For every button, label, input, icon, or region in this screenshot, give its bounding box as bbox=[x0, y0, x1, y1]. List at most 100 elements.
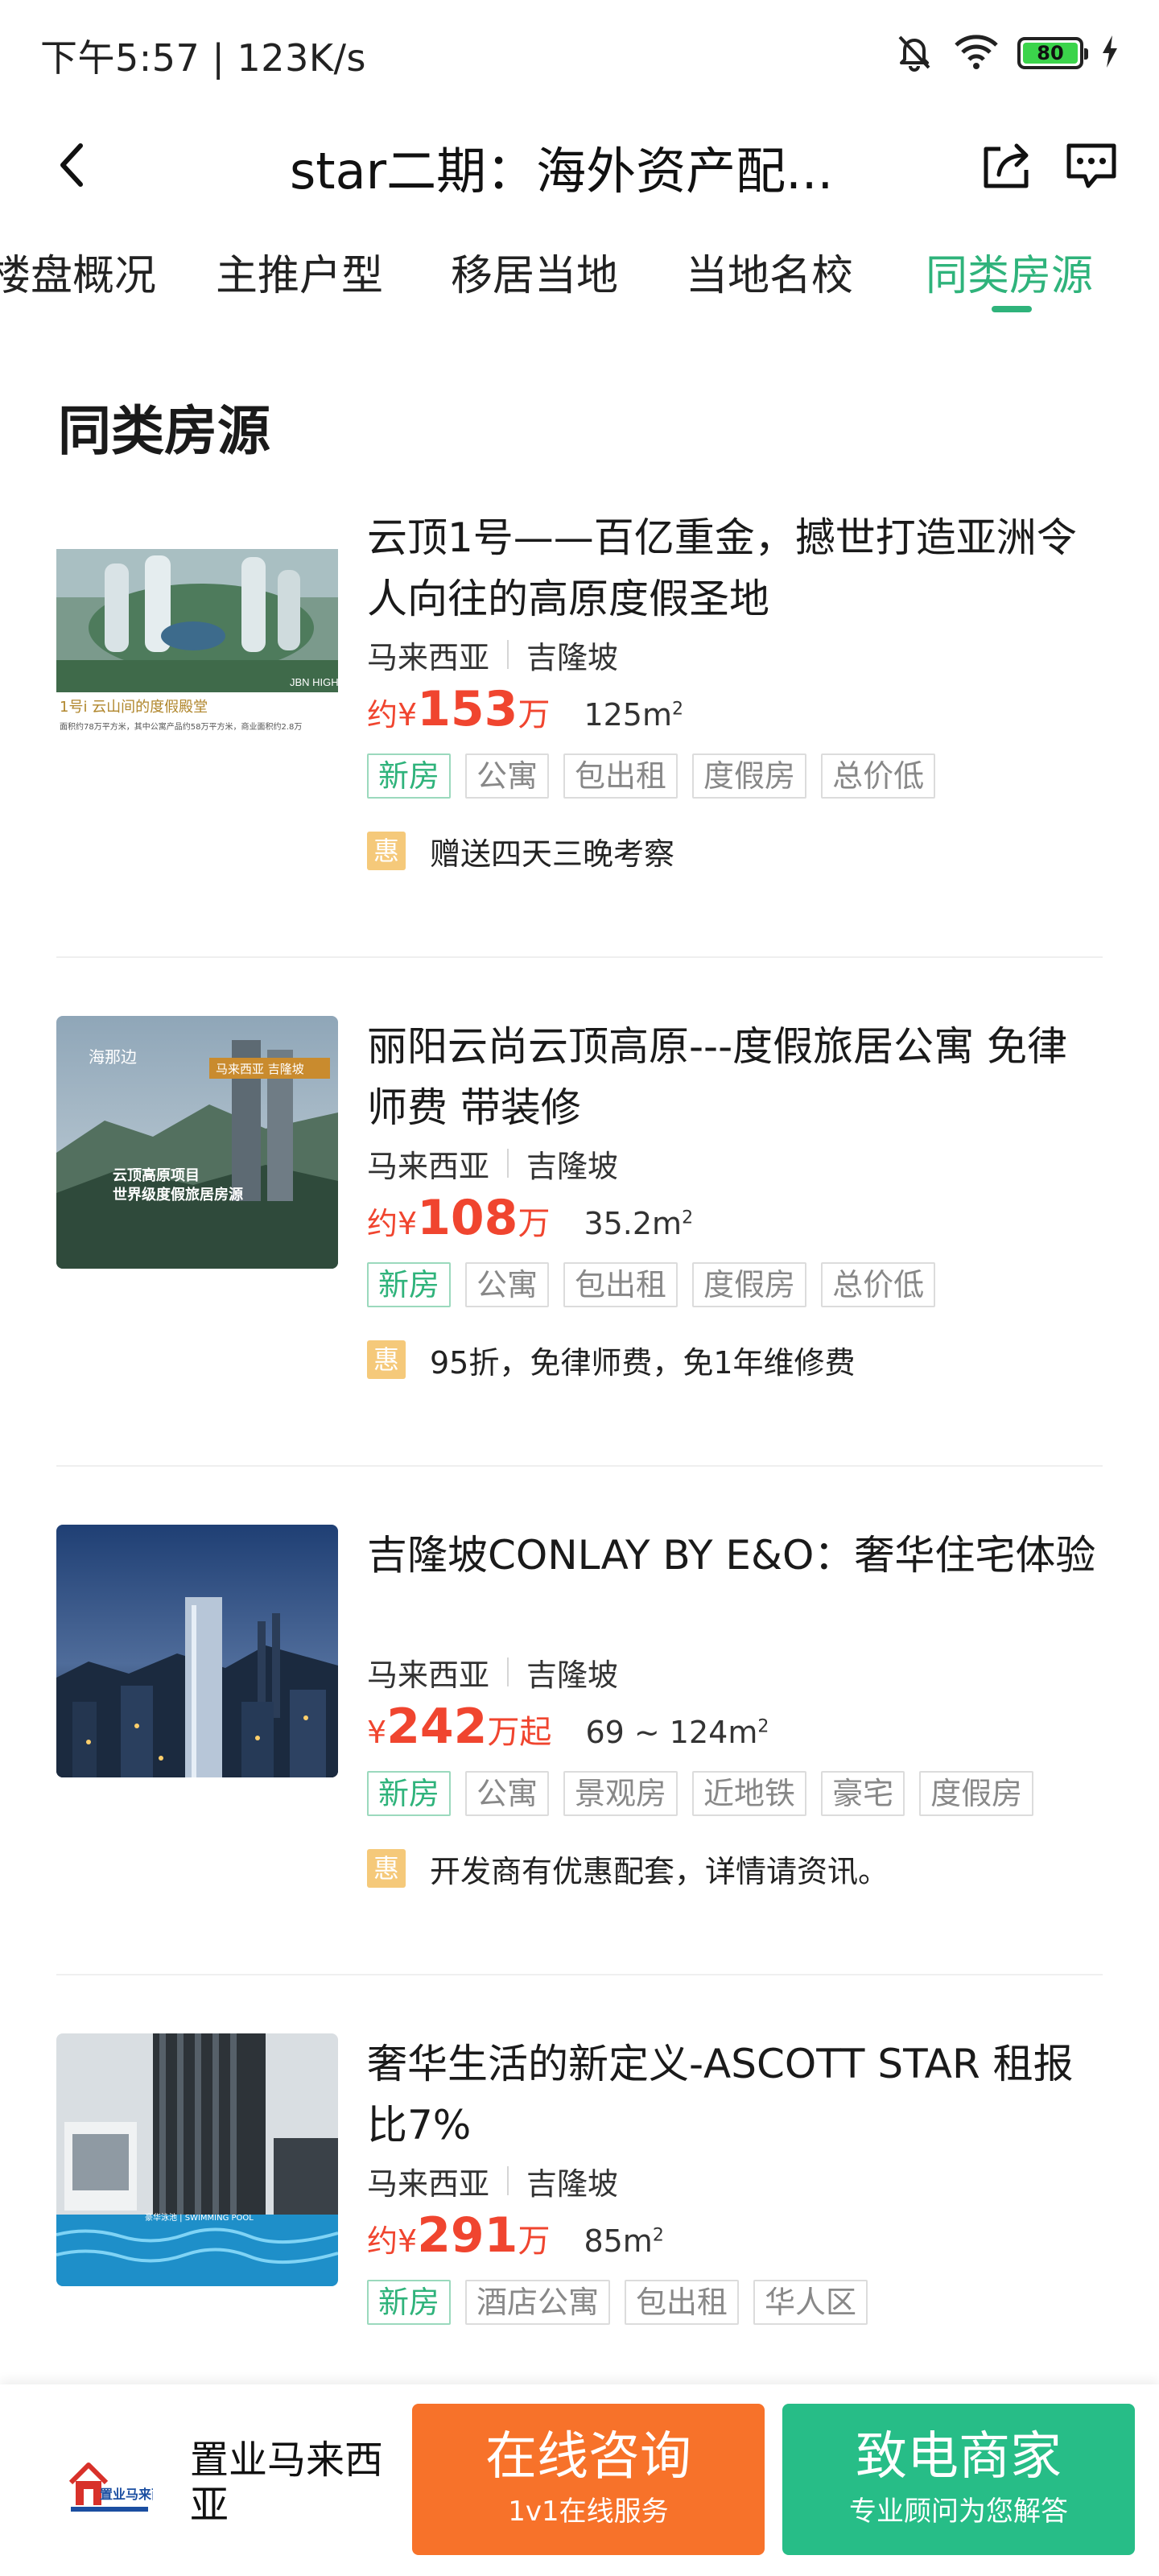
divider bbox=[56, 1465, 1103, 1467]
listing-area: 125m2 bbox=[584, 697, 683, 733]
online-consult-button[interactable]: 在线咨询 1v1在线服务 bbox=[412, 2404, 765, 2555]
price-prefix: 约¥ bbox=[367, 1206, 418, 1241]
tag: 近地铁 bbox=[692, 1771, 807, 1816]
logo-text: 置业马来西亚 bbox=[100, 2487, 153, 2502]
tab-relocation[interactable]: 移居当地 bbox=[451, 242, 618, 302]
tab-overview[interactable]: 楼盘概况 bbox=[0, 242, 156, 302]
discount-badge-icon: 惠 bbox=[367, 1340, 406, 1379]
chevron-left-icon bbox=[60, 143, 83, 187]
price-value: 108 bbox=[417, 1190, 518, 1246]
tab-local-schools[interactable]: 当地名校 bbox=[686, 242, 853, 302]
listing-card[interactable]: 吉隆坡CONLAY BY E&O：奢华住宅体验 马来西亚 吉隆坡 ¥ 242 万… bbox=[0, 1525, 1159, 2032]
battery-percent: 80 bbox=[1037, 42, 1064, 64]
tag: 包出租 bbox=[625, 2280, 740, 2325]
price-prefix: 约¥ bbox=[367, 697, 418, 733]
listing-city: 吉隆坡 bbox=[526, 2165, 619, 2202]
tag: 公寓 bbox=[465, 1262, 550, 1307]
price-value: 153 bbox=[417, 681, 518, 737]
call-label: 致电商家 bbox=[856, 2427, 1062, 2487]
location-separator bbox=[507, 1149, 509, 1178]
app-screen: 下午5:57 | 123K/s 80 star二期：海外资产配... 楼盘概况 … bbox=[0, 0, 1159, 2576]
tag: 包出租 bbox=[563, 753, 678, 799]
listing-title: 云顶1号——百亿重金，撼世打造亚洲令人向往的高原度假圣地 bbox=[367, 514, 1077, 622]
divider bbox=[56, 1974, 1103, 1975]
listing-area: 85m2 bbox=[584, 2223, 664, 2259]
listing-promo: 惠 开发商有优惠配套，详情请资讯。 bbox=[367, 1848, 1107, 1889]
listing-thumbnail: JBN HIGHL 1号i 云山间的度假殿堂 面积约78万平方米，其中公寓产品约… bbox=[56, 507, 338, 760]
tab-similar-listings[interactable]: 同类房源 bbox=[926, 242, 1093, 302]
listing-thumbnail: 马来西亚 吉隆坡 海那边 云顶高原项目 世界级度假旅居房源 bbox=[56, 1016, 338, 1269]
discount-badge-icon: 惠 bbox=[367, 832, 406, 870]
listing-country: 马来西亚 bbox=[367, 1657, 490, 1693]
tag: 度假房 bbox=[692, 753, 807, 799]
discount-badge-icon: 惠 bbox=[367, 1849, 406, 1888]
tab-main-layouts[interactable]: 主推户型 bbox=[216, 242, 383, 302]
tag: 度假房 bbox=[919, 1771, 1034, 1816]
listing-country: 马来西亚 bbox=[367, 2165, 490, 2202]
location-separator bbox=[507, 1657, 509, 1686]
thumb-line2: 世界级度假旅居房源 bbox=[113, 1186, 243, 1203]
price-prefix: 约¥ bbox=[367, 2223, 418, 2259]
consult-label: 在线咨询 bbox=[485, 2427, 691, 2487]
listing-location: 马来西亚 吉隆坡 bbox=[367, 2157, 1107, 2204]
share-icon bbox=[984, 143, 1029, 188]
tag: 酒店公寓 bbox=[465, 2280, 611, 2325]
thumb-brand: 海那边 bbox=[89, 1047, 137, 1067]
listing-thumbnail: 豪华泳池 | SWIMMING POOL bbox=[56, 2033, 338, 2286]
share-button[interactable] bbox=[975, 135, 1037, 196]
listing-card[interactable]: JBN HIGHL 1号i 云山间的度假殿堂 面积约78万平方米，其中公寓产品约… bbox=[0, 507, 1159, 1014]
listing-tags: 新房 公寓 包出租 度假房 总价低 bbox=[367, 753, 1107, 800]
price-value: 291 bbox=[417, 2207, 518, 2264]
listing-title: 奢华生活的新定义-ASCOTT STAR 租报比7% bbox=[367, 2041, 1074, 2149]
message-button[interactable] bbox=[1061, 135, 1122, 196]
status-icons: 80 bbox=[893, 31, 1119, 76]
tag-new: 新房 bbox=[367, 1262, 452, 1307]
promo-text: 95折，免律师费，免1年维修费 bbox=[430, 1344, 856, 1381]
location-separator bbox=[507, 640, 509, 669]
listing-info: 丽阳云尚云顶高原---度假旅居公寓 免律师费 带装修 马来西亚 吉隆坡 约¥ 1… bbox=[367, 1016, 1107, 1381]
tag-new: 新房 bbox=[367, 753, 452, 799]
listing-country: 马来西亚 bbox=[367, 1148, 490, 1184]
listing-area: 35.2m2 bbox=[584, 1206, 694, 1241]
tag: 度假房 bbox=[692, 1262, 807, 1307]
section-heading: 同类房源 bbox=[58, 400, 270, 462]
listing-price-row: 约¥ 291 万 85m2 bbox=[367, 2207, 1107, 2272]
thumb-line1: 云顶高原项目 bbox=[113, 1166, 200, 1184]
battery-level: 80 bbox=[1023, 42, 1078, 64]
price-unit: 万起 bbox=[487, 1714, 552, 1751]
tag: 景观房 bbox=[563, 1771, 678, 1816]
price-prefix: ¥ bbox=[367, 1715, 387, 1750]
store-logo[interactable]: 置业马来西亚 bbox=[64, 2454, 177, 2518]
charging-icon bbox=[1101, 35, 1119, 71]
promo-text: 赠送四天三晚考察 bbox=[430, 836, 675, 872]
wifi-icon bbox=[953, 32, 1000, 74]
page-title: star二期：海外资产配... bbox=[290, 142, 834, 200]
listing-card[interactable]: 马来西亚 吉隆坡 海那边 云顶高原项目 世界级度假旅居房源 丽阳云尚云顶高原--… bbox=[0, 1016, 1159, 1523]
mute-icon bbox=[893, 31, 935, 76]
consult-sublabel: 1v1在线服务 bbox=[508, 2496, 669, 2528]
thumb-location-badge: 马来西亚 吉隆坡 bbox=[216, 1062, 304, 1076]
store-name[interactable]: 置业马来西亚 bbox=[190, 2438, 399, 2528]
price-unit: 万 bbox=[518, 1205, 551, 1242]
battery-icon: 80 bbox=[1017, 37, 1088, 69]
listing-location: 马来西亚 吉隆坡 bbox=[367, 1649, 1107, 1695]
chat-icon bbox=[1066, 143, 1116, 188]
back-button[interactable] bbox=[44, 137, 101, 193]
nav-bar: star二期：海外资产配... bbox=[0, 113, 1159, 217]
status-time-speed: 下午5:57 | 123K/s bbox=[40, 36, 366, 80]
listing-city: 吉隆坡 bbox=[526, 1148, 619, 1184]
tag-new: 新房 bbox=[367, 2280, 452, 2325]
thumb-watermark: JBN HIGHL bbox=[290, 676, 338, 688]
listing-info: 云顶1号——百亿重金，撼世打造亚洲令人向往的高原度假圣地 马来西亚 吉隆坡 约¥… bbox=[367, 507, 1107, 872]
listing-price-row: ¥ 242 万起 69 ~ 124m2 bbox=[367, 1699, 1107, 1763]
listing-city: 吉隆坡 bbox=[526, 1657, 619, 1693]
tag-new: 新房 bbox=[367, 1771, 452, 1816]
listing-tags: 新房 公寓 景观房 近地铁 豪宅 度假房 bbox=[367, 1771, 1107, 1818]
tag: 包出租 bbox=[563, 1262, 678, 1307]
tag: 总价低 bbox=[821, 1262, 936, 1307]
call-merchant-button[interactable]: 致电商家 专业顾问为您解答 bbox=[782, 2404, 1135, 2555]
listing-info: 奢华生活的新定义-ASCOTT STAR 租报比7% 马来西亚 吉隆坡 约¥ 2… bbox=[367, 2033, 1107, 2326]
listing-promo: 惠 赠送四天三晚考察 bbox=[367, 831, 1107, 872]
listing-tags: 新房 酒店公寓 包出租 华人区 bbox=[367, 2280, 1107, 2326]
price-unit: 万 bbox=[518, 2223, 551, 2260]
